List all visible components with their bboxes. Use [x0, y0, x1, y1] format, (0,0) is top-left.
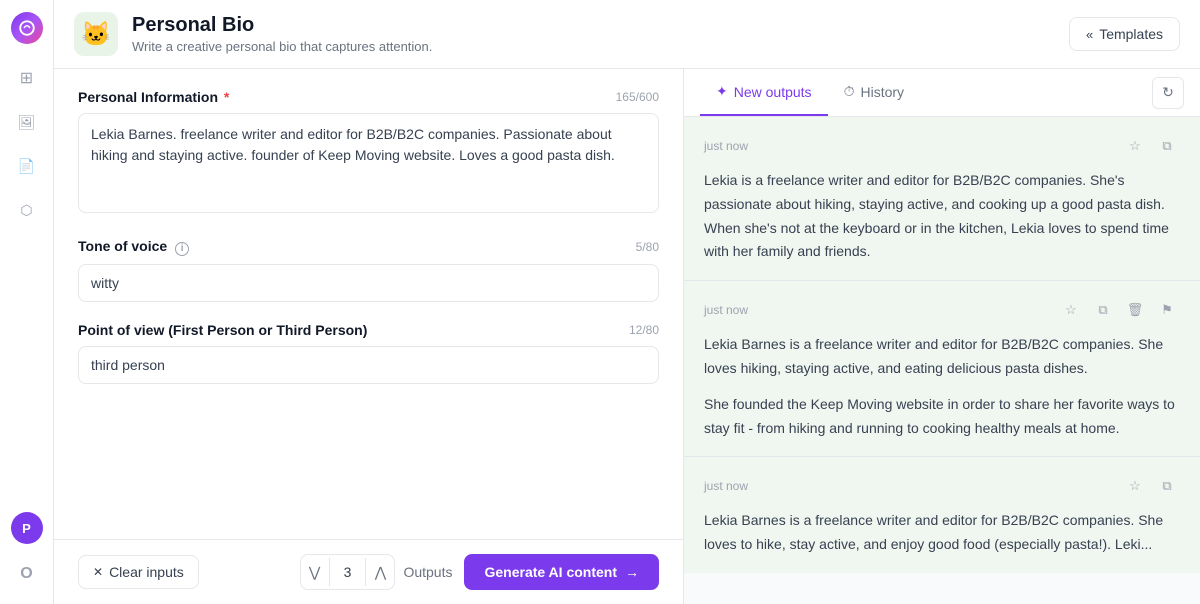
star-button-1[interactable]: ☆ — [1122, 133, 1148, 159]
point-of-view-counter: 12/80 — [629, 323, 659, 337]
app-logo[interactable] — [11, 12, 43, 44]
output-1-actions: ☆ ⧉ — [1122, 133, 1180, 159]
point-of-view-input[interactable] — [78, 346, 659, 384]
output-3-paragraph-1: Lekia Barnes is a freelance writer and e… — [704, 509, 1180, 557]
page-subtitle: Write a creative personal bio that captu… — [132, 39, 432, 54]
refresh-button[interactable]: ↻ — [1152, 77, 1184, 109]
personal-info-header: Personal Information * 165/600 — [78, 89, 659, 105]
templates-button[interactable]: « Templates — [1069, 17, 1180, 51]
point-of-view-header: Point of view (First Person or Third Per… — [78, 322, 659, 338]
output-3-actions: ☆ ⧉ — [1122, 473, 1180, 499]
output-3-text: Lekia Barnes is a freelance writer and e… — [704, 509, 1180, 557]
stepper-up-button[interactable]: ⋀ — [366, 555, 394, 589]
personal-info-counter: 165/600 — [616, 90, 659, 104]
main-wrapper: 🐱 Personal Bio Write a creative personal… — [54, 0, 1200, 604]
tab-new-outputs[interactable]: ✦ New outputs — [700, 69, 828, 116]
tab-new-outputs-label: New outputs — [734, 84, 812, 100]
generate-label: Generate AI content — [484, 564, 617, 580]
star-button-2[interactable]: ☆ — [1058, 297, 1084, 323]
outputs-control: ⋁ 3 ⋀ Outputs — [300, 554, 453, 590]
outputs-stepper: ⋁ 3 ⋀ — [300, 554, 396, 590]
outputs-label: Outputs — [403, 564, 452, 580]
personal-info-group: Personal Information * 165/600 Lekia Bar… — [78, 89, 659, 218]
output-2-paragraph-1: Lekia Barnes is a freelance writer and e… — [704, 333, 1180, 381]
sidebar-item-layers[interactable]: ⬡ — [9, 192, 45, 228]
right-panel: ✦ New outputs ⏱ History ↻ just now — [684, 69, 1200, 604]
output-3-timestamp: just now — [704, 479, 748, 493]
personal-info-input[interactable]: Lekia Barnes. freelance writer and edito… — [78, 113, 659, 213]
left-panel: Personal Information * 165/600 Lekia Bar… — [54, 69, 684, 604]
user-avatar[interactable]: P — [11, 512, 43, 544]
delete-button-2[interactable]: 🗑 — [1122, 297, 1148, 323]
page-icon: 🐱 — [74, 12, 118, 56]
tone-of-voice-input[interactable] — [78, 264, 659, 302]
generate-button[interactable]: Generate AI content → — [464, 554, 659, 590]
sidebar-item-home[interactable]: ⊞ — [9, 60, 45, 96]
tab-history-label: History — [860, 84, 904, 100]
flag-button-2[interactable]: ⚑ — [1154, 297, 1180, 323]
output-card-3: just now ☆ ⧉ Lekia Barnes is a freelance… — [684, 457, 1200, 573]
outputs-count: 3 — [329, 558, 367, 586]
tone-of-voice-counter: 5/80 — [636, 240, 659, 254]
tab-history[interactable]: ⏱ History — [828, 69, 920, 116]
x-icon: ✕ — [93, 565, 103, 579]
left-panel-footer: ✕ Clear inputs ⋁ 3 ⋀ Outputs Generate AI… — [54, 539, 683, 604]
personal-info-label: Personal Information * — [78, 89, 229, 105]
output-2-timestamp: just now — [704, 303, 748, 317]
sidebar-bottom-icon[interactable]: O — [9, 556, 45, 592]
output-card-2: just now ☆ ⧉ 🗑 ⚑ Lekia Barnes is a freel… — [684, 281, 1200, 457]
point-of-view-label: Point of view (First Person or Third Per… — [78, 322, 367, 338]
point-of-view-group: Point of view (First Person or Third Per… — [78, 322, 659, 384]
sidebar-item-image[interactable]: 🖼 — [9, 104, 45, 140]
left-panel-body: Personal Information * 165/600 Lekia Bar… — [54, 69, 683, 539]
header-titles: Personal Bio Write a creative personal b… — [132, 14, 432, 54]
page-title: Personal Bio — [132, 14, 432, 37]
clear-label: Clear inputs — [109, 564, 184, 580]
right-panel-actions: ↻ — [1152, 77, 1184, 109]
output-2-text: Lekia Barnes is a freelance writer and e… — [704, 333, 1180, 440]
copy-button-3[interactable]: ⧉ — [1154, 473, 1180, 499]
tone-of-voice-header: Tone of voice i 5/80 — [78, 238, 659, 256]
output-card-1-header: just now ☆ ⧉ — [704, 133, 1180, 159]
copy-button-1[interactable]: ⧉ — [1154, 133, 1180, 159]
output-card-3-header: just now ☆ ⧉ — [704, 473, 1180, 499]
copy-button-2[interactable]: ⧉ — [1090, 297, 1116, 323]
info-icon[interactable]: i — [175, 242, 189, 256]
sparkle-icon: ✦ — [716, 83, 728, 100]
header-left: 🐱 Personal Bio Write a creative personal… — [74, 12, 432, 56]
clear-inputs-button[interactable]: ✕ Clear inputs — [78, 555, 199, 589]
tone-of-voice-group: Tone of voice i 5/80 — [78, 238, 659, 302]
right-panel-body: just now ☆ ⧉ Lekia is a freelance writer… — [684, 117, 1200, 604]
sidebar: ⊞ 🖼 📄 ⬡ P O — [0, 0, 54, 604]
clock-icon: ⏱ — [844, 83, 855, 100]
sidebar-item-document[interactable]: 📄 — [9, 148, 45, 184]
right-panel-tabs: ✦ New outputs ⏱ History ↻ — [684, 69, 1200, 117]
app-header: 🐱 Personal Bio Write a creative personal… — [54, 0, 1200, 69]
output-card-2-header: just now ☆ ⧉ 🗑 ⚑ — [704, 297, 1180, 323]
templates-label: Templates — [1099, 26, 1163, 42]
output-1-paragraph-1: Lekia is a freelance writer and editor f… — [704, 169, 1180, 264]
output-2-paragraph-2: She founded the Keep Moving website in o… — [704, 393, 1180, 441]
chevrons-left-icon: « — [1086, 27, 1093, 42]
required-marker: * — [224, 89, 229, 105]
output-1-timestamp: just now — [704, 139, 748, 153]
arrow-right-icon: → — [625, 564, 639, 580]
output-1-text: Lekia is a freelance writer and editor f… — [704, 169, 1180, 264]
tone-of-voice-label: Tone of voice i — [78, 238, 189, 256]
output-card-1: just now ☆ ⧉ Lekia is a freelance writer… — [684, 117, 1200, 281]
output-2-actions: ☆ ⧉ 🗑 ⚑ — [1058, 297, 1180, 323]
stepper-down-button[interactable]: ⋁ — [301, 555, 329, 589]
content-area: Personal Information * 165/600 Lekia Bar… — [54, 69, 1200, 604]
star-button-3[interactable]: ☆ — [1122, 473, 1148, 499]
